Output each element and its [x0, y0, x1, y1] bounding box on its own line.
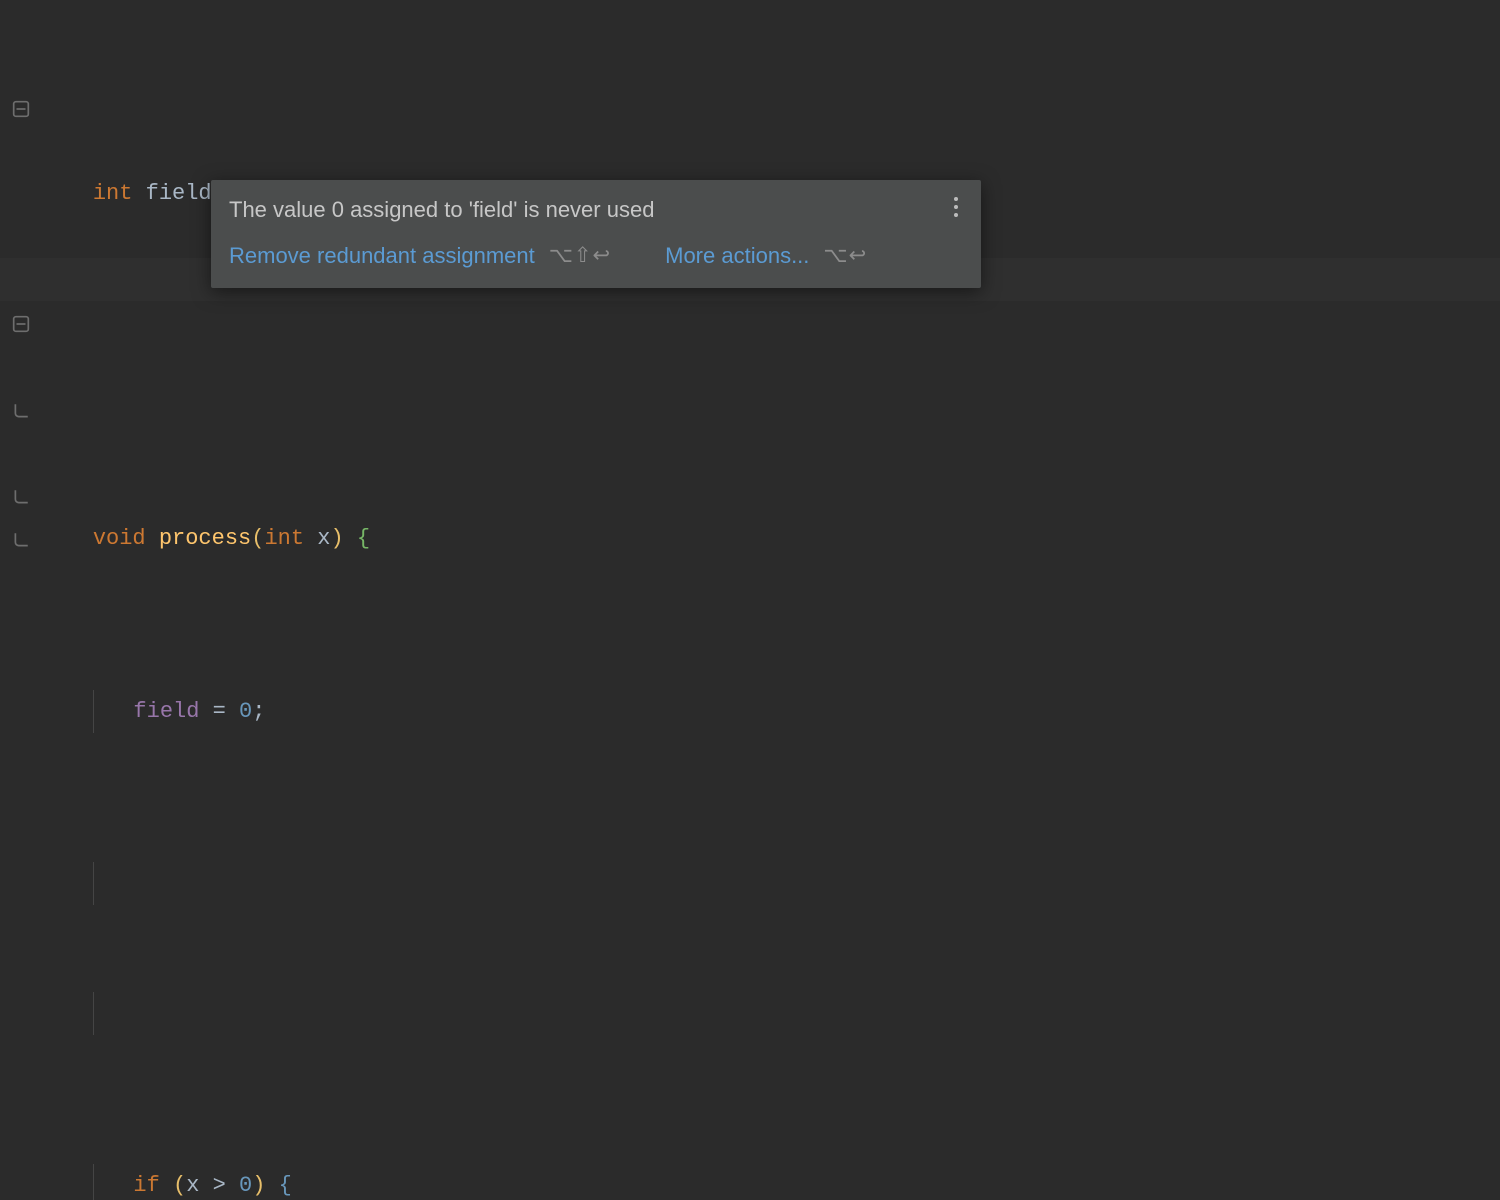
parameter: x	[304, 526, 330, 551]
brace: {	[279, 1173, 292, 1198]
fold-end-icon[interactable]	[12, 488, 30, 506]
fold-minus-icon[interactable]	[12, 100, 30, 118]
inspection-actions: Remove redundant assignment ⌥⇧↩ More act…	[229, 240, 963, 272]
code-editor[interactable]: int field; void process(int x) { field =…	[0, 0, 1500, 600]
keyword: int	[93, 181, 133, 206]
code-line	[40, 345, 1500, 388]
more-options-icon[interactable]	[945, 194, 967, 220]
quick-fix-link[interactable]: Remove redundant assignment	[229, 240, 535, 272]
more-actions-link[interactable]: More actions...	[665, 240, 809, 272]
paren: )	[330, 526, 343, 551]
function-name: process	[146, 526, 252, 551]
number: 0	[239, 699, 252, 724]
fold-end-icon[interactable]	[12, 531, 30, 549]
shortcut-hint: ⌥↩	[823, 241, 867, 271]
paren: (	[173, 1173, 186, 1198]
keyword: if	[133, 1173, 159, 1198]
operator: =	[199, 699, 239, 724]
inspection-message: The value 0 assigned to 'field' is never…	[229, 194, 963, 226]
gutter	[0, 0, 38, 600]
code-area[interactable]: int field; void process(int x) { field =…	[38, 0, 1500, 600]
identifier: x	[186, 1173, 199, 1198]
inspection-tooltip: The value 0 assigned to 'field' is never…	[211, 180, 981, 288]
keyword: void	[93, 526, 146, 551]
shortcut-hint: ⌥⇧↩	[549, 241, 611, 271]
field-ref: field	[133, 699, 199, 724]
operator: >	[199, 1173, 239, 1198]
keyword: int	[264, 526, 304, 551]
fold-end-icon[interactable]	[12, 402, 30, 420]
paren: (	[251, 526, 264, 551]
semicolon: ;	[252, 699, 265, 724]
number: 0	[239, 1173, 252, 1198]
paren: )	[252, 1173, 265, 1198]
code-line: field = 0;	[40, 690, 1500, 733]
identifier: field	[132, 181, 211, 206]
code-line: void process(int x) {	[40, 517, 1500, 560]
code-line	[40, 862, 1500, 905]
code-line	[40, 992, 1500, 1035]
brace: {	[357, 526, 370, 551]
fold-minus-icon[interactable]	[12, 315, 30, 333]
code-line: if (x > 0) {	[40, 1164, 1500, 1200]
